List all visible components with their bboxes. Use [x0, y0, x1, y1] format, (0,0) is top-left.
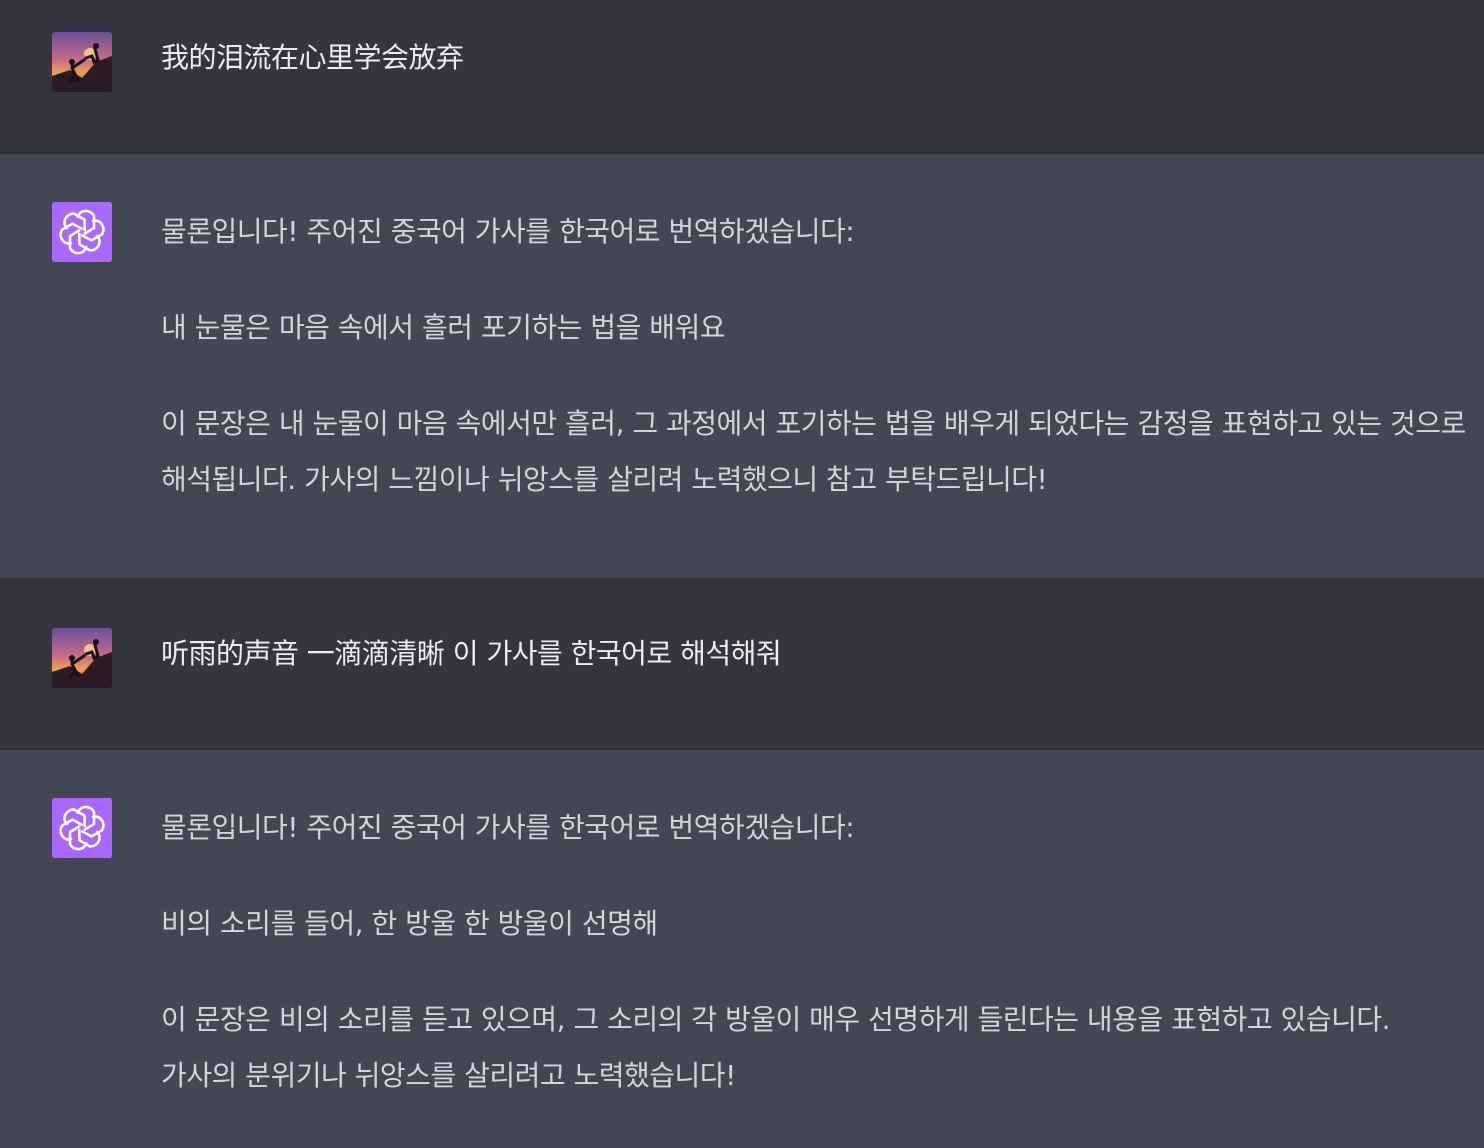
- message-content: 물론입니다! 주어진 중국어 가사를 한국어로 번역하겠습니다: 비의 소리를 …: [161, 800, 1470, 1104]
- assistant-paragraph: 물론입니다! 주어진 중국어 가사를 한국어로 번역하겠습니다:: [161, 811, 855, 844]
- assistant-message: 물론입니다! 주어진 중국어 가사를 한국어로 번역하겠습니다: 비의 소리를 …: [0, 750, 1484, 1148]
- message-content: 我的泪流在心里学会放弃: [161, 33, 1470, 83]
- user-message: 我的泪流在心里学会放弃: [0, 0, 1484, 154]
- user-message-text: 我的泪流在心里学会放弃: [161, 41, 464, 74]
- message-content: 听雨的声音 一滴滴清晰 이 가사를 한국어로 해석해줘: [161, 629, 1470, 679]
- user-message: 听雨的声音 一滴滴清晰 이 가사를 한국어로 해석해줘: [0, 578, 1484, 750]
- assistant-paragraph: 물론입니다! 주어진 중국어 가사를 한국어로 번역하겠습니다:: [161, 215, 855, 248]
- user-avatar-icon: [52, 32, 112, 92]
- chatgpt-logo-icon: [52, 798, 112, 858]
- user-avatar-icon: [52, 628, 112, 688]
- assistant-paragraph: 이 문장은 비의 소리를 듣고 있으며, 그 소리의 각 방울이 매우 선명하게…: [161, 1003, 1391, 1092]
- assistant-paragraph: 이 문장은 내 눈물이 마음 속에서만 흘러, 그 과정에서 포기하는 법을 배…: [161, 407, 1466, 496]
- chat-thread: 我的泪流在心里学会放弃 물론입니다! 주어진 중국어 가사를 한국어로 번역하겠…: [0, 0, 1484, 1148]
- chatgpt-logo-icon: [52, 202, 112, 262]
- assistant-paragraph: 내 눈물은 마음 속에서 흘러 포기하는 법을 배워요: [161, 311, 726, 344]
- user-message-text: 听雨的声音 一滴滴清晰 이 가사를 한국어로 해석해줘: [161, 637, 782, 670]
- assistant-paragraph: 비의 소리를 들어, 한 방울 한 방울이 선명해: [161, 907, 658, 940]
- message-content: 물론입니다! 주어진 중국어 가사를 한국어로 번역하겠습니다: 내 눈물은 마…: [161, 204, 1470, 508]
- assistant-message: 물론입니다! 주어진 중국어 가사를 한국어로 번역하겠습니다: 내 눈물은 마…: [0, 154, 1484, 578]
